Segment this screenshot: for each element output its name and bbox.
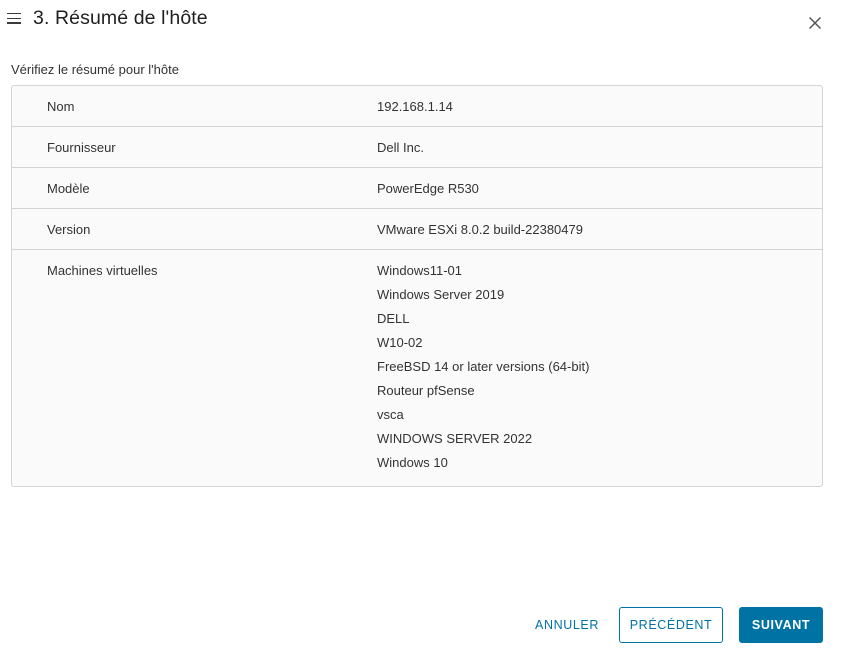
summary-row-name: Nom 192.168.1.14: [12, 86, 822, 127]
summary-row-vendor: Fournisseur Dell Inc.: [12, 127, 822, 168]
close-button[interactable]: [806, 14, 824, 32]
menu-icon[interactable]: [7, 13, 21, 24]
next-button[interactable]: SUIVANT: [739, 607, 823, 643]
list-item: Windows11-01: [377, 263, 463, 278]
list-item: Routeur pfSense: [377, 383, 475, 398]
row-label: Machines virtuelles: [47, 263, 158, 278]
close-icon: [808, 16, 822, 30]
summary-row-version: Version VMware ESXi 8.0.2 build-22380479: [12, 209, 822, 250]
previous-button[interactable]: PRÉCÉDENT: [619, 607, 723, 643]
vm-list: Windows11-01 Windows Server 2019 DELL W1…: [377, 250, 822, 486]
row-value: VMware ESXi 8.0.2 build-22380479: [377, 222, 583, 237]
list-item: WINDOWS SERVER 2022: [377, 431, 533, 446]
list-item: W10-02: [377, 335, 423, 350]
summary-row-model: Modèle PowerEdge R530: [12, 168, 822, 209]
row-value: Dell Inc.: [377, 140, 424, 155]
list-item: DELL: [377, 311, 410, 326]
row-label: Version: [47, 222, 91, 237]
list-item: Windows 10: [377, 455, 448, 470]
row-value: PowerEdge R530: [377, 181, 479, 196]
list-item: FreeBSD 14 or later versions (64-bit): [377, 359, 590, 374]
summary-row-virtual-machines: Machines virtuelles Windows11-01 Windows…: [12, 250, 822, 486]
add-host-dialog: 3. Résumé de l'hôte Vérifiez le résumé p…: [0, 0, 842, 649]
summary-subtitle: Vérifiez le résumé pour l'hôte: [11, 62, 179, 77]
cancel-button[interactable]: ANNULER: [527, 607, 607, 643]
row-value: 192.168.1.14: [377, 99, 453, 114]
row-label: Nom: [47, 99, 75, 114]
list-item: Windows Server 2019: [377, 287, 505, 302]
host-summary-table: Nom 192.168.1.14 Fournisseur Dell Inc. M…: [11, 85, 823, 487]
list-item: vsca: [377, 407, 404, 422]
row-label: Modèle: [47, 181, 90, 196]
page-title: 3. Résumé de l'hôte: [33, 7, 208, 29]
row-label: Fournisseur: [47, 140, 116, 155]
